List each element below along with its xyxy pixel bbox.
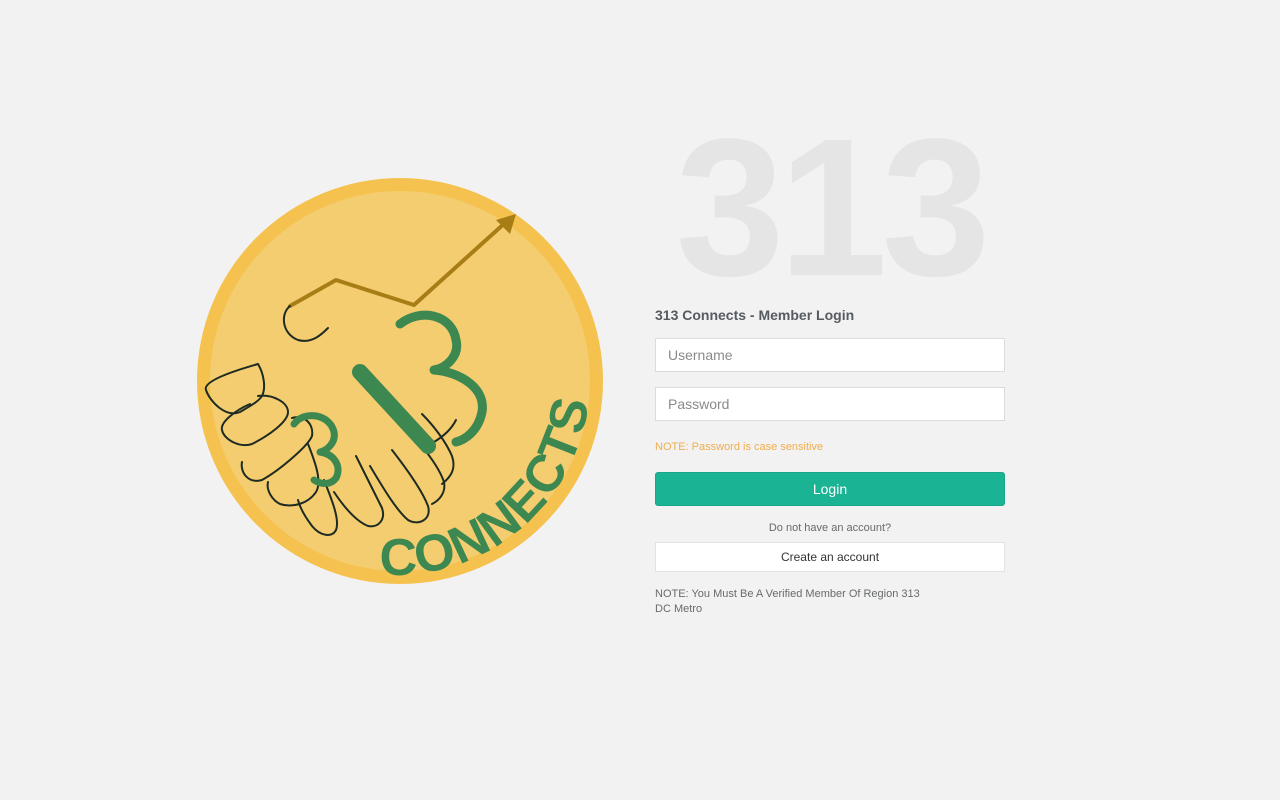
handshake-coin-logo-icon: CONNECTS — [197, 178, 603, 588]
login-page: CONNECTS 313 313 Connects - Member Login… — [0, 0, 1280, 800]
create-account-button[interactable]: Create an account — [655, 542, 1005, 572]
no-account-text: Do not have an account? — [768, 522, 892, 534]
case-sensitive-note: NOTE: Password is case sensitive — [655, 441, 824, 453]
verified-member-note: NOTE: You Must Be A Verified Member Of R… — [655, 588, 920, 615]
login-button[interactable]: Login — [655, 472, 1005, 506]
big-title: 313 — [675, 98, 990, 317]
username-input[interactable] — [655, 338, 1005, 372]
logo: CONNECTS — [196, 174, 604, 588]
form-heading: 313 Connects - Member Login — [655, 307, 855, 323]
password-input[interactable] — [655, 387, 1005, 421]
login-form: 313 Connects - Member Login NOTE: Passwo… — [655, 306, 1005, 617]
